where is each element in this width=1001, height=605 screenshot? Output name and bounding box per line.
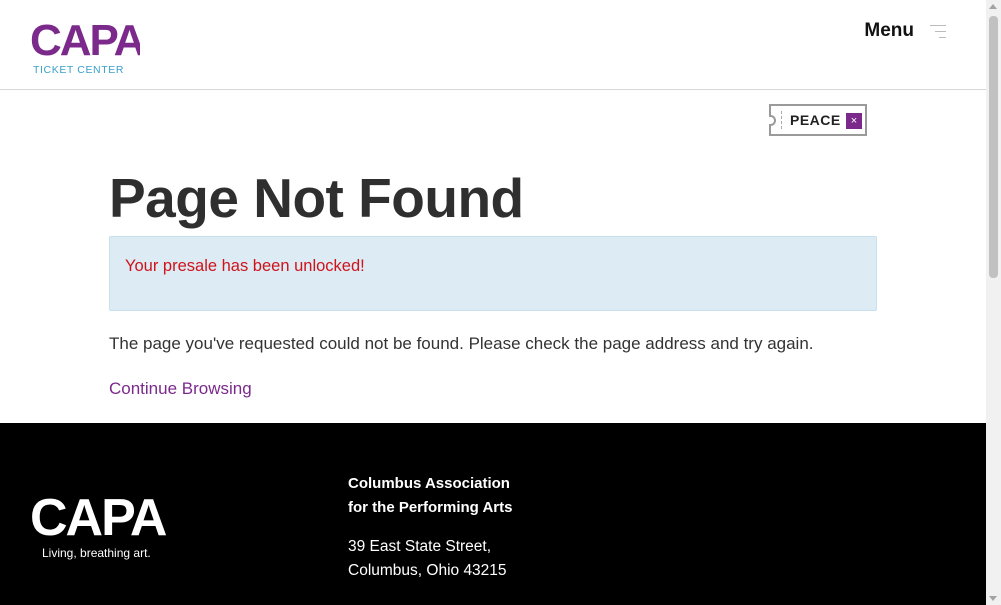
capa-logo-text: CAPA (30, 16, 140, 63)
footer-logo[interactable]: CAPA Living, breathing art. (30, 483, 170, 563)
presale-alert: Your presale has been unlocked! (109, 236, 877, 311)
logo-subtitle: TICKET CENTER (33, 64, 125, 76)
site-footer: CAPA Living, breathing art. Columbus Ass… (0, 423, 986, 605)
scroll-down-arrow-icon[interactable] (989, 596, 997, 601)
hamburger-icon (928, 22, 946, 40)
org-line-1: Columbus Association (348, 475, 510, 492)
menu-button[interactable]: Menu (864, 18, 946, 44)
address-line-1: 39 East State Street, (348, 538, 492, 555)
scroll-up-arrow-icon[interactable] (989, 4, 997, 9)
ticket-notch (769, 115, 776, 126)
site-header: CAPA TICKET CENTER Menu (0, 0, 986, 90)
capa-logo-mark: CAPA (30, 16, 140, 63)
footer-tagline: Living, breathing art. (42, 546, 151, 560)
continue-browsing-link[interactable]: Continue Browsing (109, 379, 252, 399)
promo-code-label: PEACE (790, 112, 841, 128)
footer-logo-text: CAPA (30, 489, 167, 543)
alert-message: Your presale has been unlocked! (125, 257, 365, 275)
footer-logo-mark: CAPA (30, 489, 169, 547)
address-line-2: Columbus, Ohio 43215 (348, 562, 507, 579)
org-line-2: for the Performing Arts (348, 499, 513, 516)
not-found-message: The page you've requested could not be f… (109, 334, 814, 353)
scrollbar-thumb[interactable] (989, 16, 998, 278)
vertical-scrollbar[interactable] (986, 0, 1001, 605)
menu-label: Menu (864, 20, 914, 41)
organization-address: 39 East State Street, Columbus, Ohio 432… (348, 535, 507, 583)
page: CAPA TICKET CENTER Menu PEACE × Page Not… (0, 0, 986, 605)
ticket-perforation (781, 111, 782, 129)
capa-logo[interactable]: CAPA TICKET CENTER (30, 15, 140, 77)
organization-name: Columbus Association for the Performing … (348, 472, 512, 520)
page-title: Page Not Found (109, 167, 524, 229)
promo-code-ticket: PEACE × (769, 104, 867, 136)
close-icon[interactable]: × (846, 113, 862, 129)
